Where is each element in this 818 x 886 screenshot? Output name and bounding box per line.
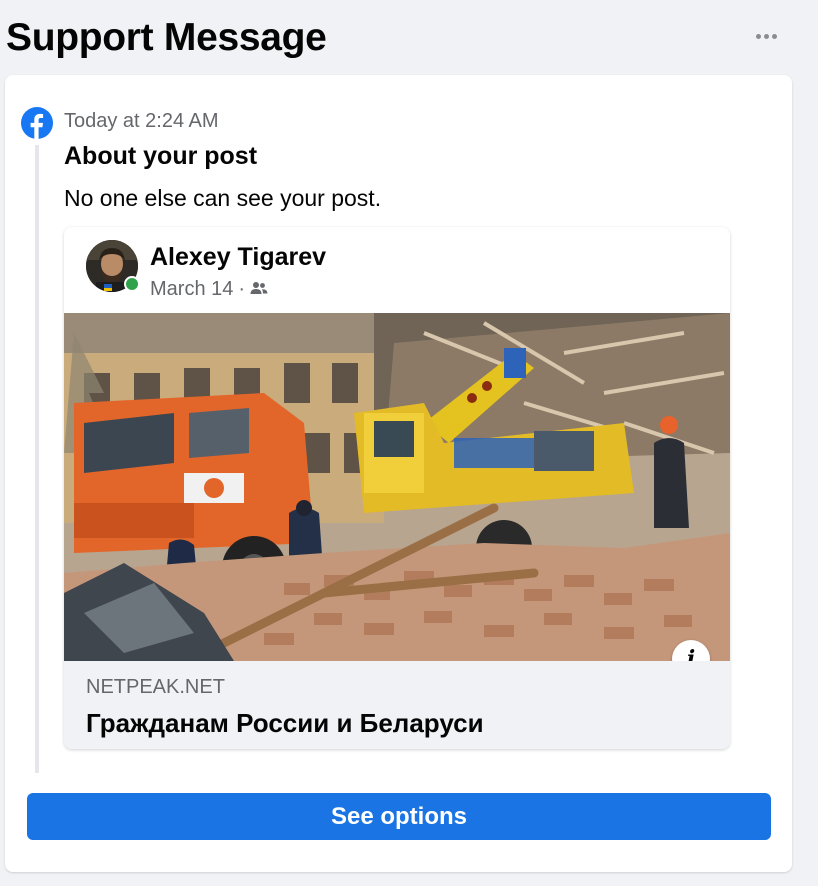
more-options-icon[interactable] bbox=[748, 22, 784, 50]
link-preview[interactable]: NETPEAK.NET Гражданам России и Беларуси bbox=[64, 661, 730, 749]
link-domain: NETPEAK.NET bbox=[86, 676, 225, 698]
facebook-logo-icon bbox=[21, 107, 53, 139]
link-title[interactable]: Гражданам России и Беларуси bbox=[86, 707, 484, 739]
message-timestamp: Today at 2:24 AM bbox=[64, 110, 219, 132]
thread-line bbox=[35, 145, 39, 773]
friends-icon bbox=[250, 277, 268, 301]
page-title: Support Message bbox=[6, 16, 327, 59]
meta-separator: · bbox=[238, 278, 246, 300]
see-options-button[interactable]: See options bbox=[27, 793, 771, 840]
author-avatar[interactable] bbox=[86, 240, 140, 292]
shared-post-card[interactable]: Alexey Tigarev March 14 · i NETPEAK.NET … bbox=[64, 227, 730, 749]
post-image[interactable] bbox=[64, 313, 730, 661]
post-author-name[interactable]: Alexey Tigarev bbox=[150, 242, 326, 272]
support-message-page: Support Message Today at 2:24 AM About y… bbox=[0, 0, 818, 886]
message-body: No one else can see your post. bbox=[64, 185, 382, 211]
post-date[interactable]: March 14 bbox=[150, 277, 233, 301]
header: Support Message bbox=[0, 0, 818, 78]
post-meta: March 14 · bbox=[150, 277, 268, 301]
message-card: Today at 2:24 AM About your post No one … bbox=[5, 75, 792, 872]
online-status-indicator bbox=[124, 276, 140, 292]
message-title: About your post bbox=[64, 142, 258, 170]
